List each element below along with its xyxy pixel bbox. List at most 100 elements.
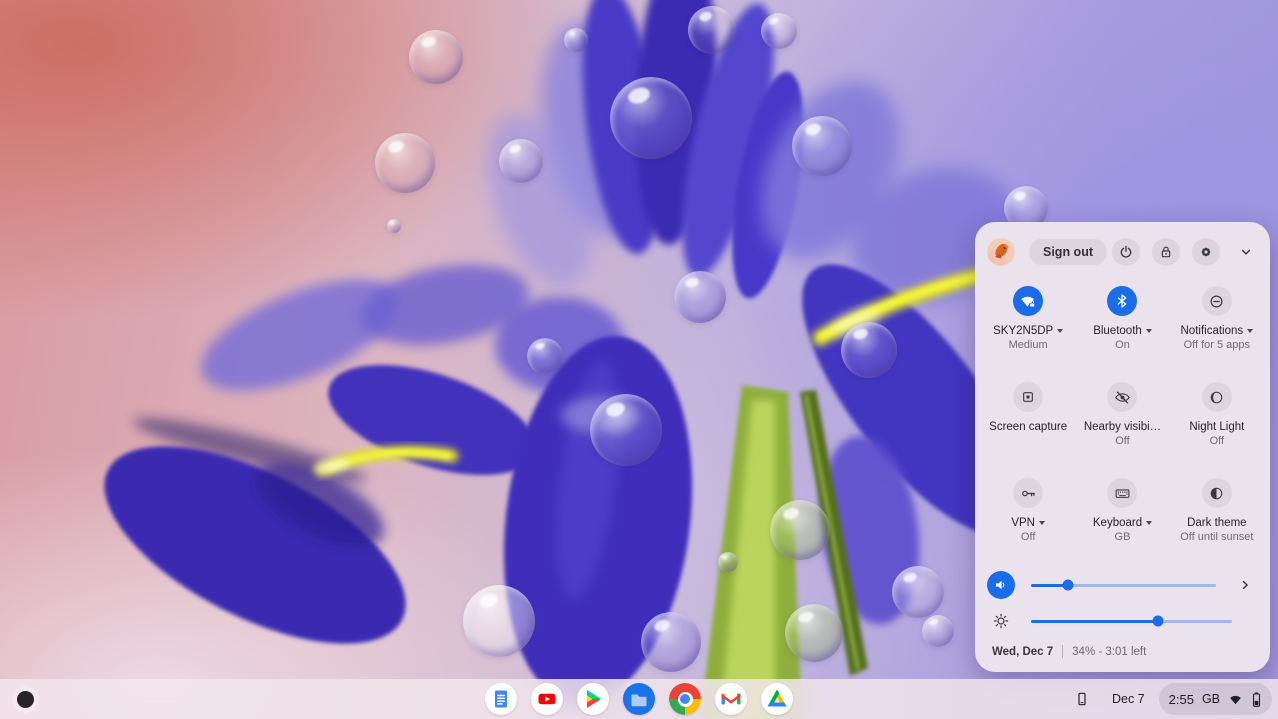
dropdown-caret-icon: [1057, 329, 1063, 333]
gmail-icon: [715, 683, 747, 715]
tile-sublabel: Off: [1115, 434, 1129, 448]
app-files[interactable]: [623, 683, 655, 715]
tile-notifications[interactable]: Notifications Off for 5 apps: [1170, 278, 1264, 374]
app-gmail[interactable]: [715, 683, 747, 715]
play-store-icon: [577, 683, 609, 715]
water-droplet: [674, 271, 726, 323]
quick-settings-footer: Wed, Dec 7 34% - 3:01 left: [975, 645, 1270, 658]
status-tray-button[interactable]: 2:55 GB: [1159, 683, 1272, 715]
vpn-key-icon: [1013, 478, 1043, 508]
water-droplet: [463, 585, 535, 657]
phone-hub-button[interactable]: [1066, 683, 1098, 715]
google-drive-icon: [761, 683, 793, 715]
audio-settings-button[interactable]: [1232, 572, 1258, 598]
brightness-slider[interactable]: [1031, 620, 1232, 623]
tile-label: Keyboard: [1093, 517, 1142, 529]
water-droplet: [688, 6, 736, 54]
dropdown-caret-icon: [1039, 521, 1045, 525]
app-google-docs[interactable]: [485, 683, 517, 715]
water-droplet: [590, 394, 662, 466]
wifi-status-icon: [1228, 693, 1243, 706]
tile-vpn[interactable]: VPN Off: [981, 470, 1075, 566]
water-droplet: [922, 615, 954, 647]
sign-out-button[interactable]: Sign out: [1029, 239, 1107, 265]
tile-label: Screen capture: [989, 421, 1067, 433]
app-play-store[interactable]: [577, 683, 609, 715]
footer-divider: [1062, 645, 1063, 658]
brightness-row: [975, 604, 1270, 638]
screenshot-icon: [1013, 382, 1043, 412]
tray-date[interactable]: Dec 7: [1102, 683, 1155, 715]
tile-sublabel: Off for 5 apps: [1184, 338, 1250, 352]
water-droplet: [564, 28, 588, 52]
tile-screen-capture[interactable]: Screen capture: [981, 374, 1075, 470]
launcher-icon: [17, 691, 34, 708]
tile-sublabel: Off: [1021, 530, 1035, 544]
keyboard-icon: [1107, 478, 1137, 508]
chrome-icon: [669, 683, 701, 715]
bluetooth-icon: [1107, 286, 1137, 316]
tile-network[interactable]: SKY2N5DP Medium: [981, 278, 1075, 374]
water-droplet: [610, 77, 692, 159]
app-chrome[interactable]: [669, 683, 701, 715]
tile-dark-theme[interactable]: Dark theme Off until sunset: [1170, 470, 1264, 566]
water-droplet: [527, 338, 563, 374]
gear-icon: [1198, 244, 1214, 260]
tile-label: Nearby visibi…: [1084, 421, 1161, 433]
power-icon: [1118, 244, 1134, 260]
tile-label: Night Light: [1189, 421, 1244, 433]
tile-sublabel: Medium: [1009, 338, 1048, 352]
water-droplet: [718, 552, 738, 572]
water-droplet: [499, 139, 543, 183]
brightness-slider-knob[interactable]: [1152, 616, 1163, 627]
youtube-icon: [531, 683, 563, 715]
app-google-drive[interactable]: [761, 683, 793, 715]
volume-slider-knob[interactable]: [1063, 580, 1074, 591]
phone-icon: [1074, 690, 1090, 708]
shelf: Dec 7 2:55 GB: [0, 679, 1278, 719]
tile-bluetooth[interactable]: Bluetooth On: [1075, 278, 1169, 374]
chevron-down-icon: [1237, 243, 1255, 261]
water-droplet: [409, 30, 463, 84]
tile-nearby-visibility[interactable]: Nearby visibi… Off: [1075, 374, 1169, 470]
battery-status[interactable]: 34% - 3:01 left: [1072, 646, 1146, 658]
water-droplet: [375, 133, 435, 193]
keyboard-layout-indicator: GB: [1202, 692, 1220, 706]
volume-mute-button[interactable]: [987, 571, 1015, 599]
do-not-disturb-icon: [1202, 286, 1232, 316]
app-youtube[interactable]: [531, 683, 563, 715]
tile-label: SKY2N5DP: [993, 325, 1053, 337]
power-button[interactable]: [1112, 238, 1140, 266]
volume-slider[interactable]: [1031, 584, 1216, 587]
volume-row: [975, 568, 1270, 602]
avatar[interactable]: [987, 238, 1015, 266]
dropdown-caret-icon: [1146, 329, 1152, 333]
tile-keyboard[interactable]: Keyboard GB: [1075, 470, 1169, 566]
speaker-icon: [993, 577, 1009, 593]
settings-button[interactable]: [1192, 238, 1220, 266]
panel-date[interactable]: Wed, Dec 7: [992, 646, 1053, 658]
lock-button[interactable]: [1152, 238, 1180, 266]
dropdown-caret-icon: [1247, 329, 1253, 333]
brightness-icon: [992, 612, 1010, 630]
feature-tiles: SKY2N5DP Medium Bluetooth On Notificatio…: [975, 278, 1270, 566]
water-droplet: [785, 604, 843, 662]
tile-sublabel: On: [1115, 338, 1130, 352]
water-droplet: [641, 612, 701, 672]
water-droplet: [792, 116, 852, 176]
dark-theme-icon: [1202, 478, 1232, 508]
brightness-button[interactable]: [987, 607, 1015, 635]
water-droplet: [387, 219, 401, 233]
tile-sublabel: Off: [1210, 434, 1224, 448]
shelf-apps: [485, 683, 793, 715]
launcher-button[interactable]: [8, 682, 42, 716]
tile-label: Dark theme: [1187, 517, 1246, 529]
tile-label: VPN: [1011, 517, 1035, 529]
chevron-right-icon: [1236, 576, 1254, 594]
tile-night-light[interactable]: Night Light Off: [1170, 374, 1264, 470]
collapse-button[interactable]: [1234, 238, 1258, 266]
water-droplet: [841, 322, 897, 378]
files-icon: [623, 683, 655, 715]
wifi-locked-icon: [1013, 286, 1043, 316]
water-droplet: [892, 566, 944, 618]
